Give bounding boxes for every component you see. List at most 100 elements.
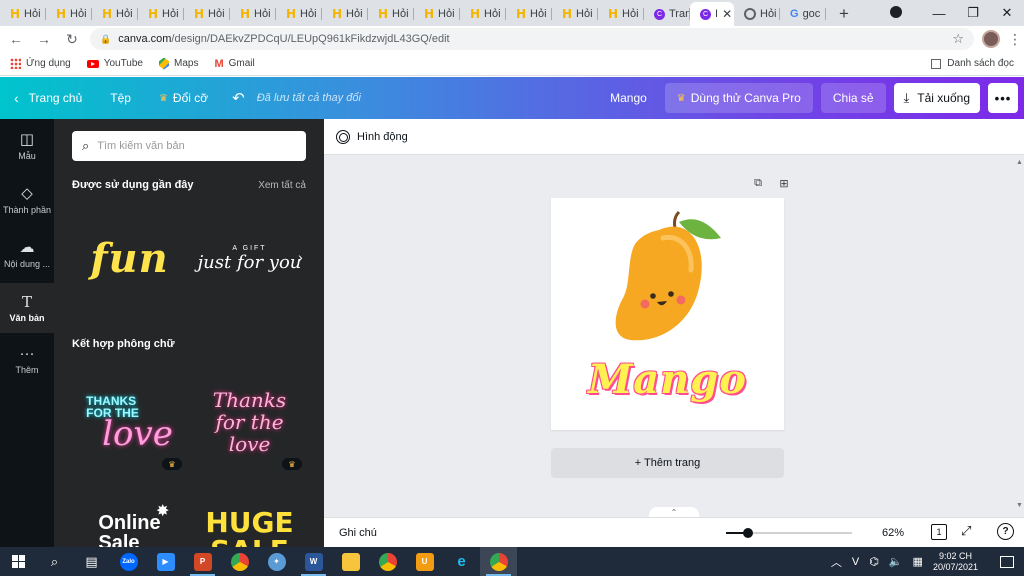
browser-tab[interactable]: Hỏi bbox=[734, 2, 780, 26]
internet-explorer-icon: e bbox=[457, 553, 466, 570]
rail-item-label: Thành phần bbox=[2, 205, 52, 215]
profile-avatar[interactable] bbox=[982, 30, 1000, 48]
animate-button[interactable]: Hình động bbox=[357, 131, 408, 143]
gift-small-text: A GIFT bbox=[232, 244, 267, 252]
task-view-icon[interactable]: ▤ bbox=[73, 547, 110, 576]
mango-illustration[interactable] bbox=[551, 198, 784, 358]
rail-item-more[interactable]: ··· Thêm bbox=[0, 345, 54, 385]
zoom-slider-knob[interactable] bbox=[743, 528, 753, 538]
browser-tab[interactable]: H Hỏi bbox=[276, 2, 322, 26]
taskbar-zoom[interactable]: ▶ bbox=[147, 547, 184, 576]
taskbar-powerpoint[interactable]: P bbox=[184, 547, 221, 576]
reload-button[interactable]: ↻ bbox=[60, 31, 84, 48]
input-language[interactable]: V bbox=[852, 556, 859, 568]
bookmark-youtube[interactable]: YouTube bbox=[86, 58, 143, 69]
tray-expand-icon[interactable]: ︿ bbox=[831, 554, 842, 570]
browser-tab[interactable]: H Hỏi bbox=[460, 2, 506, 26]
browser-menu-icon[interactable]: ⋮ bbox=[1008, 31, 1022, 48]
new-tab-button[interactable]: + bbox=[832, 2, 856, 26]
browser-tab[interactable]: H Hỏi bbox=[506, 2, 552, 26]
browser-tab[interactable]: H Hỏi bbox=[0, 2, 46, 26]
browser-tab[interactable]: Ggoc bbox=[780, 2, 826, 26]
start-button[interactable] bbox=[0, 555, 36, 568]
taskbar-ie[interactable]: e bbox=[443, 547, 480, 576]
taskbar-explorer[interactable] bbox=[332, 547, 369, 576]
bookmark-maps[interactable]: Maps bbox=[158, 57, 198, 70]
close-window-button[interactable]: ✕ bbox=[990, 5, 1024, 21]
browser-tab[interactable]: H Hỏi bbox=[230, 2, 276, 26]
file-menu-button[interactable]: Tệp bbox=[110, 91, 131, 105]
design-page[interactable]: Mango bbox=[551, 198, 784, 430]
taskbar-word[interactable]: W bbox=[295, 547, 332, 576]
rail-item-elements[interactable]: ◇ Thành phần bbox=[0, 185, 54, 225]
browser-tab[interactable]: C Tran bbox=[644, 2, 690, 26]
duplicate-page-icon[interactable]: ⧉ bbox=[750, 177, 766, 191]
expand-notes-handle[interactable]: ⌃ bbox=[649, 507, 699, 517]
browser-tab[interactable]: H Hỏi bbox=[46, 2, 92, 26]
tab-search-button[interactable] bbox=[888, 5, 922, 21]
taskbar-app-blue[interactable]: ✦ bbox=[258, 547, 295, 576]
share-button[interactable]: Chia sẻ bbox=[820, 83, 886, 113]
try-pro-button[interactable]: ♛ Dùng thử Canva Pro bbox=[664, 83, 813, 113]
taskbar-search-icon[interactable]: ⌕ bbox=[36, 547, 73, 576]
browser-tab[interactable]: H Hỏi bbox=[92, 2, 138, 26]
browser-tab[interactable]: H Hỏi bbox=[368, 2, 414, 26]
browser-tab[interactable]: H Hỏi bbox=[322, 2, 368, 26]
canvas-scrollbar[interactable]: ▲ ▼ bbox=[1014, 155, 1024, 515]
back-button[interactable]: ← bbox=[4, 31, 28, 47]
help-button[interactable]: ? bbox=[997, 523, 1014, 540]
tab-search-icon bbox=[890, 5, 902, 18]
design-title[interactable]: Mango bbox=[610, 91, 647, 105]
rail-item-templates[interactable]: ◫ Mẫu bbox=[0, 131, 54, 171]
keyboard-icon[interactable]: ▦ bbox=[913, 555, 923, 568]
see-all-link[interactable]: Xem tất cả bbox=[258, 180, 306, 191]
browser-tab[interactable]: H Hỏi bbox=[414, 2, 460, 26]
more-options-button[interactable]: ••• bbox=[988, 83, 1018, 113]
resize-button[interactable]: ♛ Đổi cỡ bbox=[159, 91, 208, 105]
taskbar-zalo[interactable]: Zalo bbox=[110, 547, 147, 576]
browser-tab[interactable]: H Hỏi bbox=[552, 2, 598, 26]
recent-text-gift[interactable]: A GIFT just for you bbox=[197, 211, 302, 306]
download-button[interactable]: ⤓ Tải xuống bbox=[893, 83, 980, 113]
browser-tab[interactable]: C I ✕ bbox=[690, 2, 734, 26]
browser-tab[interactable]: H Hỏi bbox=[184, 2, 230, 26]
page-count-button[interactable]: 1 bbox=[931, 524, 947, 540]
notes-button[interactable]: Ghi chú bbox=[339, 527, 377, 539]
browser-tab[interactable]: H Hỏi bbox=[138, 2, 184, 26]
chevron-right-icon[interactable]: › bbox=[298, 249, 303, 265]
taskbar-unikey[interactable]: U bbox=[406, 547, 443, 576]
combo-huge-sale[interactable]: HUGE SALE bbox=[197, 501, 302, 548]
zoom-value[interactable]: 62% bbox=[882, 527, 904, 539]
url-input[interactable]: 🔒 canva.com/design/DAEkvZPDCqU/LEUpQ961k… bbox=[90, 28, 974, 50]
add-page-icon[interactable]: ⊞ bbox=[776, 177, 792, 191]
bookmark-star-icon[interactable]: ☆ bbox=[952, 31, 964, 47]
scroll-down-icon[interactable]: ▼ bbox=[1016, 502, 1023, 509]
taskbar-chrome[interactable] bbox=[221, 547, 258, 576]
close-tab-icon[interactable]: ✕ bbox=[722, 7, 732, 21]
home-button[interactable]: ‹ Trang chủ bbox=[14, 90, 82, 106]
taskbar-chrome-2[interactable] bbox=[369, 547, 406, 576]
combo-online-sale[interactable]: Online Sale bbox=[72, 501, 187, 547]
mango-title-text[interactable]: Mango bbox=[551, 356, 784, 403]
recent-text-fun[interactable]: fun bbox=[72, 211, 187, 306]
text-search-input[interactable] bbox=[97, 140, 288, 152]
rail-item-uploads[interactable]: ☁ Nội dung ... bbox=[0, 239, 54, 279]
undo-icon[interactable]: ↶ bbox=[232, 89, 245, 107]
network-icon[interactable]: ⌬ bbox=[869, 555, 879, 568]
scroll-up-icon[interactable]: ▲ bbox=[1016, 159, 1023, 166]
browser-tab[interactable]: H Hỏi bbox=[598, 2, 644, 26]
clock[interactable]: 9:02 CH 20/07/2021 bbox=[933, 551, 988, 573]
fullscreen-icon[interactable]: ⤢ bbox=[961, 523, 971, 539]
taskbar-chrome-active[interactable] bbox=[480, 547, 517, 576]
minimize-button[interactable]: — bbox=[922, 6, 956, 21]
zoom-slider[interactable] bbox=[726, 528, 852, 538]
bookmark-gmail[interactable]: M Gmail bbox=[214, 58, 254, 70]
add-page-button[interactable]: + Thêm trang bbox=[551, 448, 784, 478]
rail-item-text[interactable]: T Văn bản bbox=[0, 283, 54, 333]
forward-button[interactable]: → bbox=[32, 31, 56, 47]
notification-icon[interactable] bbox=[1000, 555, 1014, 568]
bookmark-apps[interactable]: Ứng dụng bbox=[10, 58, 71, 69]
volume-icon[interactable]: 🔈 bbox=[889, 555, 903, 568]
reading-list-button[interactable]: Danh sách đọc bbox=[931, 58, 1014, 69]
restore-button[interactable]: ❐ bbox=[956, 5, 990, 21]
